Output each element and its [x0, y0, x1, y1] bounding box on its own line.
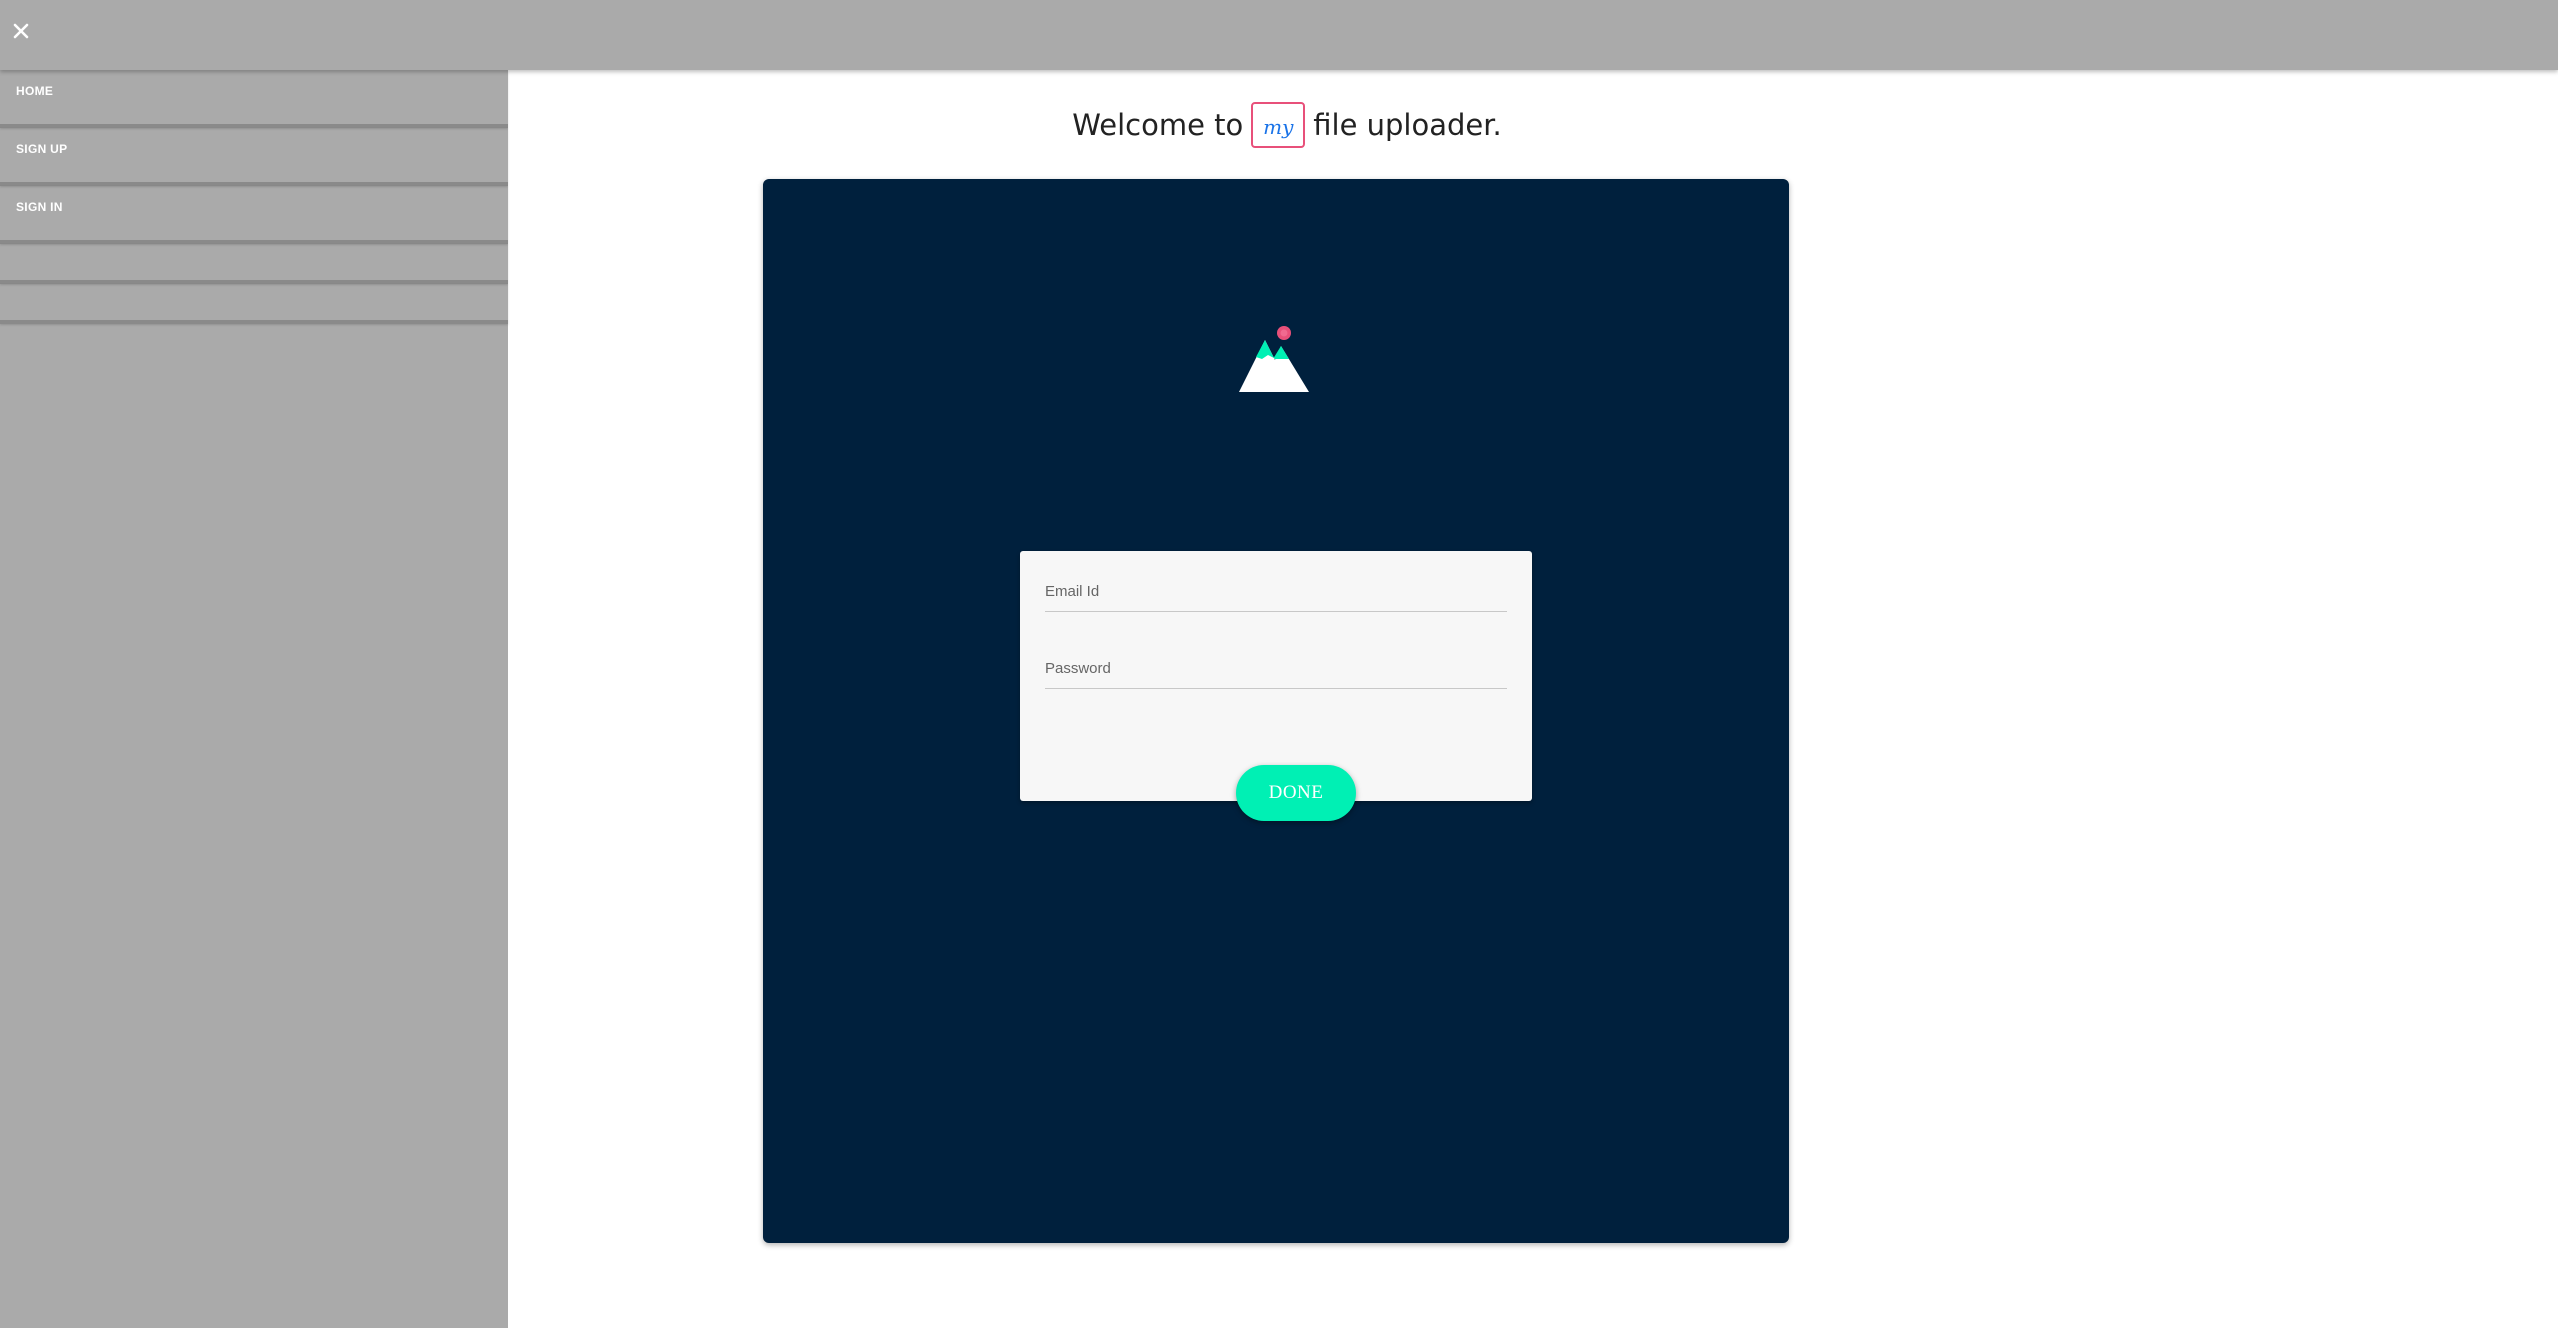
page-title: Welcome to my file uploader. [508, 100, 2066, 150]
email-field[interactable] [1045, 571, 1507, 611]
sidebar-item-label: HOME [16, 84, 54, 98]
done-button[interactable]: DONE [1236, 765, 1356, 821]
login-form [1020, 551, 1532, 801]
sidebar-item-label: SIGN IN [16, 200, 63, 214]
sidebar-item-home[interactable]: HOME [0, 70, 508, 128]
sidebar-item-sign-up[interactable]: SIGN UP [0, 128, 508, 186]
email-field-wrapper [1045, 571, 1507, 612]
my-badge: my [1251, 102, 1306, 148]
login-panel: DONE [763, 179, 1789, 1243]
sidebar-item-label: SIGN UP [16, 142, 68, 156]
sidebar-item-empty[interactable] [0, 244, 508, 284]
sidebar: HOME SIGN UP SIGN IN [0, 70, 508, 1328]
sidebar-item-sign-in[interactable]: SIGN IN [0, 186, 508, 244]
mountain-logo-icon [1239, 326, 1319, 394]
password-field-wrapper [1045, 648, 1507, 689]
password-field[interactable] [1045, 648, 1507, 688]
welcome-suffix: file uploader. [1313, 108, 1502, 142]
welcome-prefix: Welcome to [1072, 108, 1244, 142]
top-bar [0, 0, 2558, 70]
sidebar-item-empty[interactable] [0, 284, 508, 324]
close-icon[interactable] [6, 16, 36, 46]
